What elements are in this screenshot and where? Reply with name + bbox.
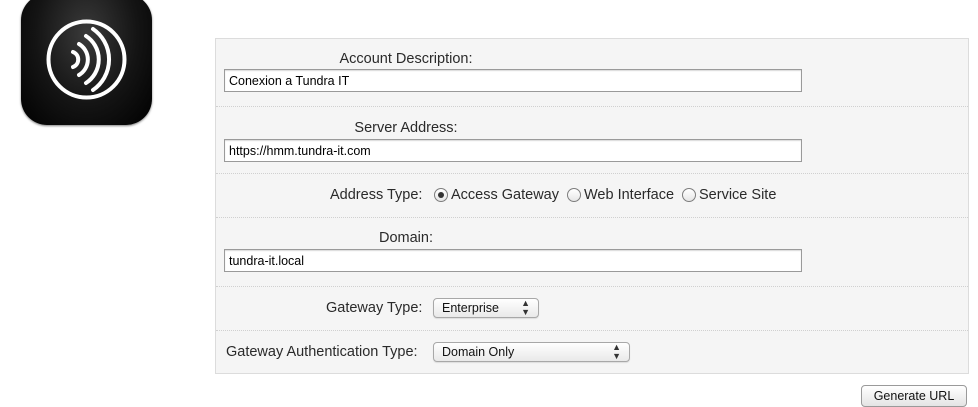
address-type-service-site-label: Service Site <box>699 187 777 203</box>
address-type-access-gateway-label: Access Gateway <box>451 187 559 203</box>
gateway-type-select[interactable]: Enterprise ▲ ▼ <box>433 298 539 318</box>
app-icon <box>21 0 152 125</box>
address-type-web-interface-radio[interactable] <box>567 188 581 202</box>
gateway-type-row: Gateway Type: Enterprise ▲ ▼ <box>216 286 968 331</box>
generate-url-button[interactable]: Generate URL <box>861 385 967 407</box>
gateway-auth-type-selected-value: Domain Only <box>442 345 515 359</box>
address-type-row: Address Type: Access Gateway Web Interfa… <box>216 173 968 218</box>
address-type-service-site-radio[interactable] <box>682 188 697 202</box>
select-arrows-icon: ▲ ▼ <box>521 298 530 317</box>
address-type-web-interface-label: Web Interface <box>584 187 675 203</box>
account-description-label: Account Description: <box>339 51 473 67</box>
account-description-input[interactable] <box>224 69 802 92</box>
select-arrows-icon: ▲ ▼ <box>612 342 621 361</box>
address-type-radio-group: Access Gateway Web Interface Service Sit… <box>428 187 778 203</box>
gateway-auth-type-row: Gateway Authentication Type: Domain Only… <box>216 330 968 374</box>
domain-row: Domain: <box>216 217 968 287</box>
gateway-auth-type-label: Gateway Authentication Type: <box>226 344 418 360</box>
receiver-waves-icon <box>46 19 127 100</box>
account-form: Account Description: Server Address: Add… <box>215 38 969 374</box>
account-description-row: Account Description: <box>216 39 968 107</box>
gateway-type-label: Gateway Type: <box>326 300 423 316</box>
address-type-label: Address Type: <box>330 187 423 203</box>
domain-label: Domain: <box>379 230 433 246</box>
server-address-row: Server Address: <box>216 106 968 174</box>
server-address-label: Server Address: <box>354 120 458 136</box>
address-type-access-gateway-radio[interactable] <box>434 188 448 202</box>
gateway-auth-type-select[interactable]: Domain Only ▲ ▼ <box>433 342 630 362</box>
domain-input[interactable] <box>224 249 802 272</box>
gateway-type-selected-value: Enterprise <box>442 301 499 315</box>
server-address-input[interactable] <box>224 139 802 162</box>
